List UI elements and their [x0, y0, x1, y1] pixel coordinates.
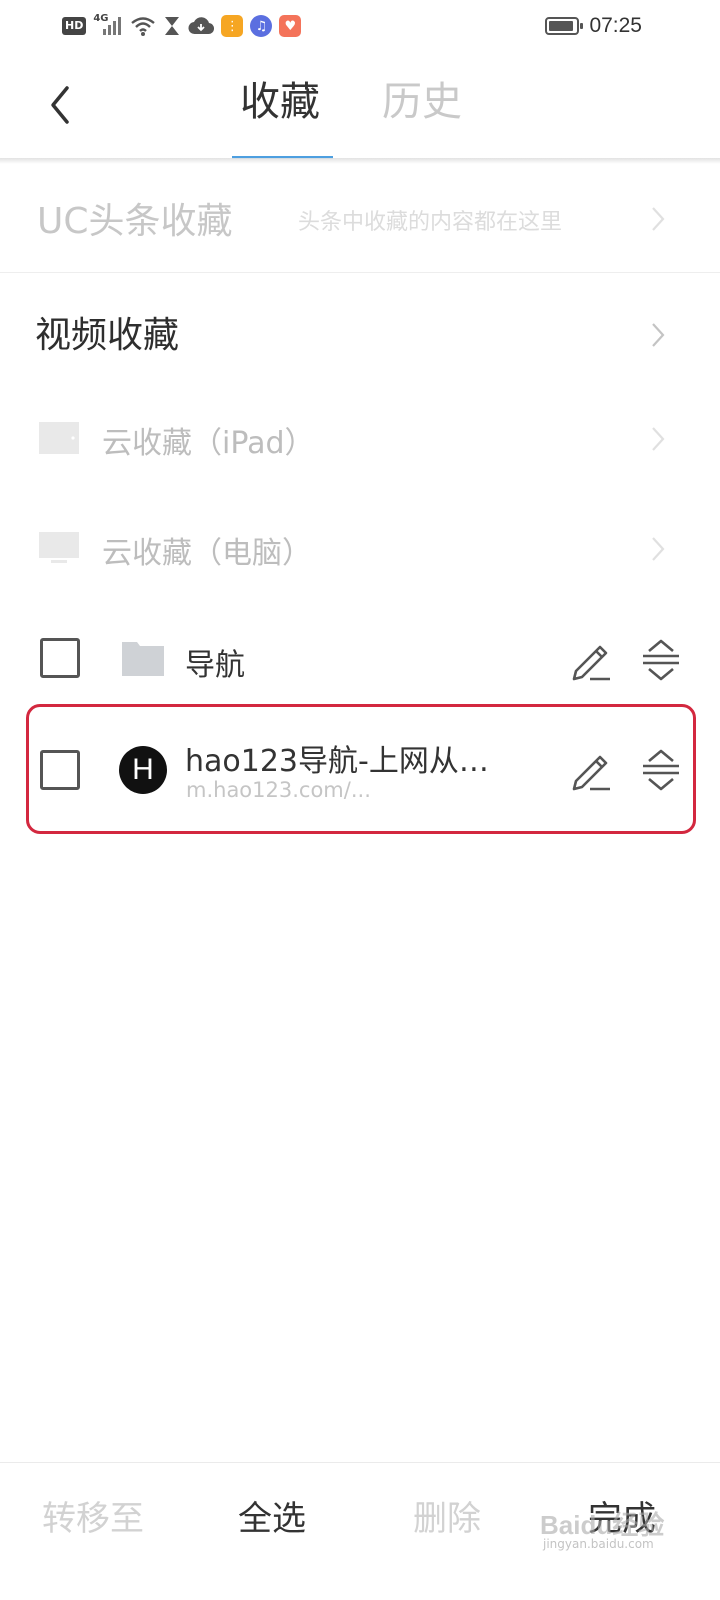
health-app-icon: ♥ — [279, 15, 302, 37]
chevron-right-icon — [652, 537, 665, 561]
folder-label: 导航 — [185, 648, 245, 683]
list-item-folder[interactable]: 导航 — [0, 610, 720, 710]
tablet-icon — [39, 422, 79, 454]
status-bar: HD 4G ⋮ ♫ ♥ 07:25 — [0, 0, 720, 52]
video-favorites-title: 视频收藏 — [35, 315, 180, 356]
cloud-favorites-ipad-row[interactable]: 云收藏（iPad） — [0, 388, 720, 488]
drag-sort-icon[interactable] — [641, 639, 681, 681]
music-app-icon: ♫ — [250, 15, 273, 37]
cloud-icon — [188, 17, 215, 35]
uc-favorites-row[interactable]: UC头条收藏 头条中收藏的内容都在这里 — [0, 164, 720, 273]
folder-checkbox[interactable] — [40, 638, 80, 678]
chevron-right-icon — [652, 323, 665, 347]
highlight-annotation — [26, 704, 696, 834]
cloud-pc-label: 云收藏（电脑） — [102, 536, 312, 571]
wifi-icon — [131, 17, 156, 36]
chevron-right-icon — [652, 427, 665, 451]
status-right: 07:25 — [545, 14, 642, 37]
folder-icon — [122, 642, 164, 676]
cloud-ipad-label: 云收藏（iPad） — [102, 426, 315, 461]
uc-favorites-title: UC头条收藏 — [37, 201, 233, 242]
hourglass-icon — [165, 17, 180, 35]
monitor-icon — [39, 532, 79, 563]
move-to-button[interactable]: 转移至 — [42, 1491, 144, 1540]
watermark-url: jingyan.baidu.com — [543, 1537, 654, 1551]
clock: 07:25 — [589, 14, 642, 37]
cloud-favorites-pc-row[interactable]: 云收藏（电脑） — [0, 498, 720, 598]
bottom-action-bar: 转移至 全选 删除 完成 Baidu经验 jingyan.baidu.com — [0, 1462, 720, 1600]
status-icons: HD 4G ⋮ ♫ ♥ — [62, 13, 302, 38]
uc-favorites-subtitle: 头条中收藏的内容都在这里 — [298, 210, 563, 235]
edit-pencil-icon[interactable] — [570, 639, 612, 681]
delete-button[interactable]: 删除 — [413, 1491, 481, 1540]
battery-icon — [545, 17, 584, 35]
chevron-right-icon — [652, 207, 665, 231]
back-button[interactable] — [40, 80, 80, 130]
tab-history[interactable]: 历史 — [382, 74, 462, 130]
video-favorites-row[interactable]: 视频收藏 — [0, 276, 720, 384]
select-all-button[interactable]: 全选 — [238, 1491, 306, 1540]
hd-badge: HD — [62, 17, 87, 35]
chevron-left-icon — [51, 86, 69, 124]
tab-favorites[interactable]: 收藏 — [240, 74, 320, 130]
app-notification-icon: ⋮ — [221, 15, 244, 37]
cellular-signal-icon: 4G — [93, 13, 123, 37]
header: 收藏 历史 — [0, 52, 720, 160]
